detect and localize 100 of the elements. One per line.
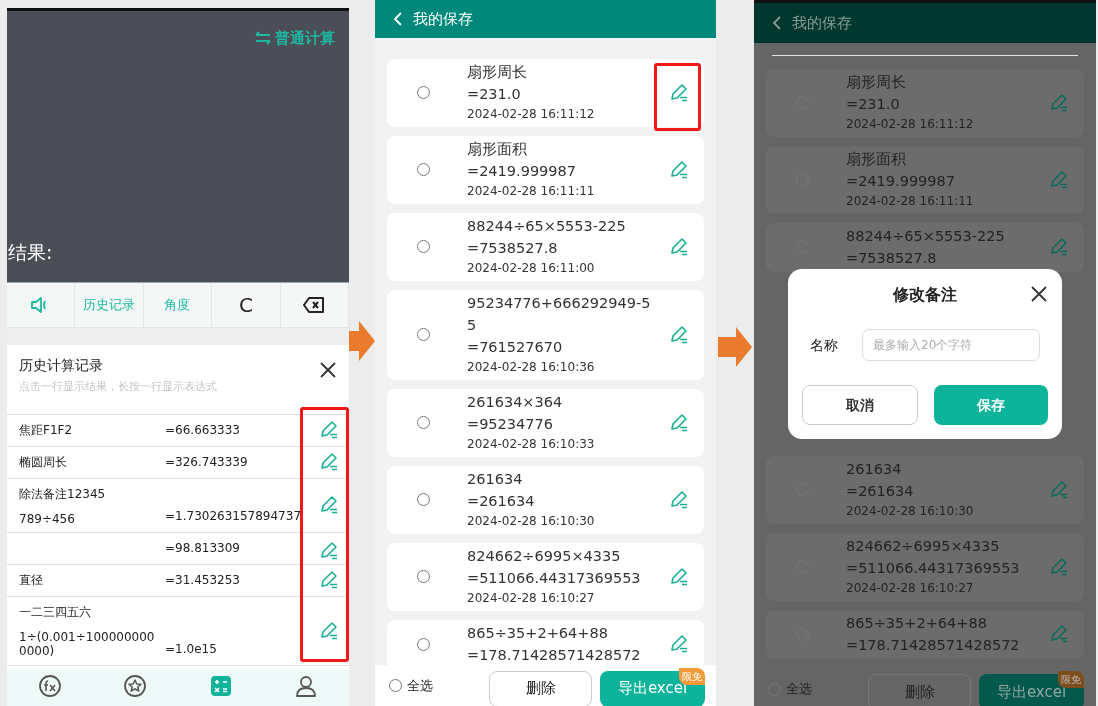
edit-icon — [669, 412, 689, 433]
saved-item-card[interactable]: 95234776+666292949-55 =761527670 2024-02-28 16:10:36 — [387, 290, 704, 380]
saved-item-card[interactable]: 261634 =261634 2024-02-28 16:10:30 — [387, 466, 704, 534]
edit-icon — [1049, 237, 1069, 257]
expression-text: 824662÷6995×4335 — [467, 547, 622, 566]
edit-icon — [319, 541, 339, 562]
history-row[interactable]: 椭圆周长 =326.743339 — [7, 446, 349, 479]
history-row[interactable]: 除法备注12345 789÷456 =1.730263157894737 — [7, 478, 349, 533]
result-text: =95234776 — [467, 415, 554, 434]
edit-button[interactable] — [669, 324, 689, 345]
result-text: =2419.999987 — [467, 162, 577, 181]
edit-icon — [319, 620, 339, 641]
name-field[interactable]: 最多输入20个字符 — [862, 329, 1040, 361]
expression-text: 824662÷6995×4335 — [846, 537, 1001, 556]
edit-button[interactable] — [669, 412, 689, 433]
result-text: =231.0 — [846, 95, 901, 114]
expression-text: 261634 — [846, 460, 903, 479]
saved-item-card[interactable]: 865÷35+2+64+88 =178.71428571428572 — [387, 620, 704, 665]
history-row[interactable]: 直径 =31.453253 — [7, 564, 349, 597]
flow-arrow — [718, 327, 752, 367]
note-text: 椭圆周长 — [19, 454, 68, 471]
edit-button[interactable] — [669, 489, 689, 510]
edit-icon — [1049, 92, 1069, 113]
edit-button[interactable] — [669, 159, 689, 180]
saved-item-card[interactable]: 261634×364 =95234776 2024-02-28 16:10:33 — [387, 389, 704, 457]
result-text: =178.71428571428572 — [846, 636, 1021, 655]
note-text: 一二三四五六 — [19, 603, 92, 621]
backspace-icon — [303, 297, 326, 313]
expression-text: 865÷35+2+64+88 — [467, 624, 609, 643]
timestamp: 2024-02-28 16:11:11 — [846, 193, 975, 210]
history-row[interactable]: =98.813309 — [7, 532, 349, 565]
edit-button[interactable] — [669, 566, 689, 587]
expression-text: 扇形周长 — [467, 63, 528, 82]
saved-item-card[interactable]: 88244÷65×5553-225 =7538527.8 2024-02-28 16:11:00 — [387, 213, 704, 281]
result-text: =1.0e15 — [165, 640, 218, 658]
edit-button[interactable] — [319, 570, 339, 591]
result-label: 结果: — [8, 239, 54, 265]
timestamp: 2024-02-28 16:10:27 — [467, 590, 596, 607]
result-text: =98.813309 — [165, 539, 241, 557]
note-text: 除法备注12345 — [19, 485, 107, 503]
timestamp: 2024-02-28 16:10:33 — [467, 436, 596, 453]
result-text: =511066.44317369553 — [467, 569, 642, 588]
result-text: =761527670 — [467, 338, 564, 357]
expression-text: 扇形周长 — [846, 73, 907, 92]
edit-button[interactable] — [319, 452, 339, 472]
close-button[interactable] — [1030, 285, 1048, 303]
screen-title: 我的保存 — [413, 8, 473, 30]
delete-button[interactable]: 删除 — [489, 670, 592, 706]
sheet-title: 历史计算记录 — [19, 356, 104, 375]
edit-button[interactable] — [319, 541, 339, 562]
edit-button[interactable] — [669, 634, 689, 654]
edit-button[interactable] — [669, 82, 689, 103]
function-icon — [37, 674, 62, 698]
edit-button[interactable] — [669, 236, 689, 257]
screen-title: 我的保存 — [792, 12, 852, 34]
history-row[interactable]: 焦距F1F2 =66.663333 — [7, 414, 349, 447]
edit-icon — [319, 420, 339, 440]
expression-text: 261634 — [467, 470, 524, 489]
history-row[interactable]: 一二三四五六 1÷(0.001÷1000000000000) =1.0e15 — [7, 596, 349, 666]
person-icon — [294, 674, 319, 698]
edit-icon — [1049, 556, 1069, 577]
note-text: 焦距F1F2 — [19, 422, 74, 439]
timestamp: 2024-02-28 16:11:00 — [467, 260, 596, 277]
edit-icon — [669, 324, 689, 345]
select-all-label: 全选 — [786, 680, 812, 699]
expression-text: 95234776+666292949-55 — [467, 294, 652, 335]
expression-text: 扇形面积 — [467, 140, 528, 159]
edit-icon — [669, 566, 689, 587]
note-text: 直径 — [19, 572, 44, 590]
saved-item-card[interactable]: 824662÷6995×4335 =511066.44317369553 2024-02-28 16:10:27 — [387, 543, 704, 611]
result-text: =66.663333 — [165, 421, 241, 439]
edit-icon — [319, 452, 339, 472]
calculator-icon — [208, 674, 233, 698]
cancel-button[interactable]: 取消 — [802, 385, 918, 425]
dialog-title: 修改备注 — [891, 284, 958, 306]
swap-icon — [254, 31, 272, 46]
field-label: 名称 — [810, 335, 838, 355]
back-button[interactable] — [772, 15, 782, 31]
select-all[interactable]: 全选 — [389, 675, 481, 696]
result-text: =326.743339 — [165, 453, 249, 471]
back-icon — [393, 11, 403, 27]
result-text: =31.453253 — [165, 571, 241, 589]
saved-item-card[interactable]: 扇形面积 =2419.999987 2024-02-28 16:11:11 — [387, 136, 704, 204]
result-text: =1.730263157894737 — [165, 507, 303, 525]
edit-icon — [1049, 624, 1069, 644]
result-text: =7538527.8 — [467, 239, 559, 258]
close-icon — [319, 360, 337, 379]
result-text: =178.71428571428572 — [467, 646, 642, 665]
timestamp: 2024-02-28 16:11:12 — [467, 106, 596, 123]
edit-button[interactable] — [319, 620, 339, 641]
edit-icon — [1049, 169, 1069, 190]
result-text: =511066.44317369553 — [846, 559, 1021, 578]
edit-icon — [669, 82, 689, 103]
edit-button[interactable] — [319, 420, 339, 440]
timestamp: 2024-02-28 16:10:30 — [467, 513, 596, 530]
edit-icon — [669, 236, 689, 257]
result-text: =231.0 — [467, 85, 522, 104]
edit-icon — [1049, 479, 1069, 500]
timestamp: 2024-02-28 16:11:12 — [846, 116, 975, 133]
edit-button[interactable] — [319, 495, 339, 516]
